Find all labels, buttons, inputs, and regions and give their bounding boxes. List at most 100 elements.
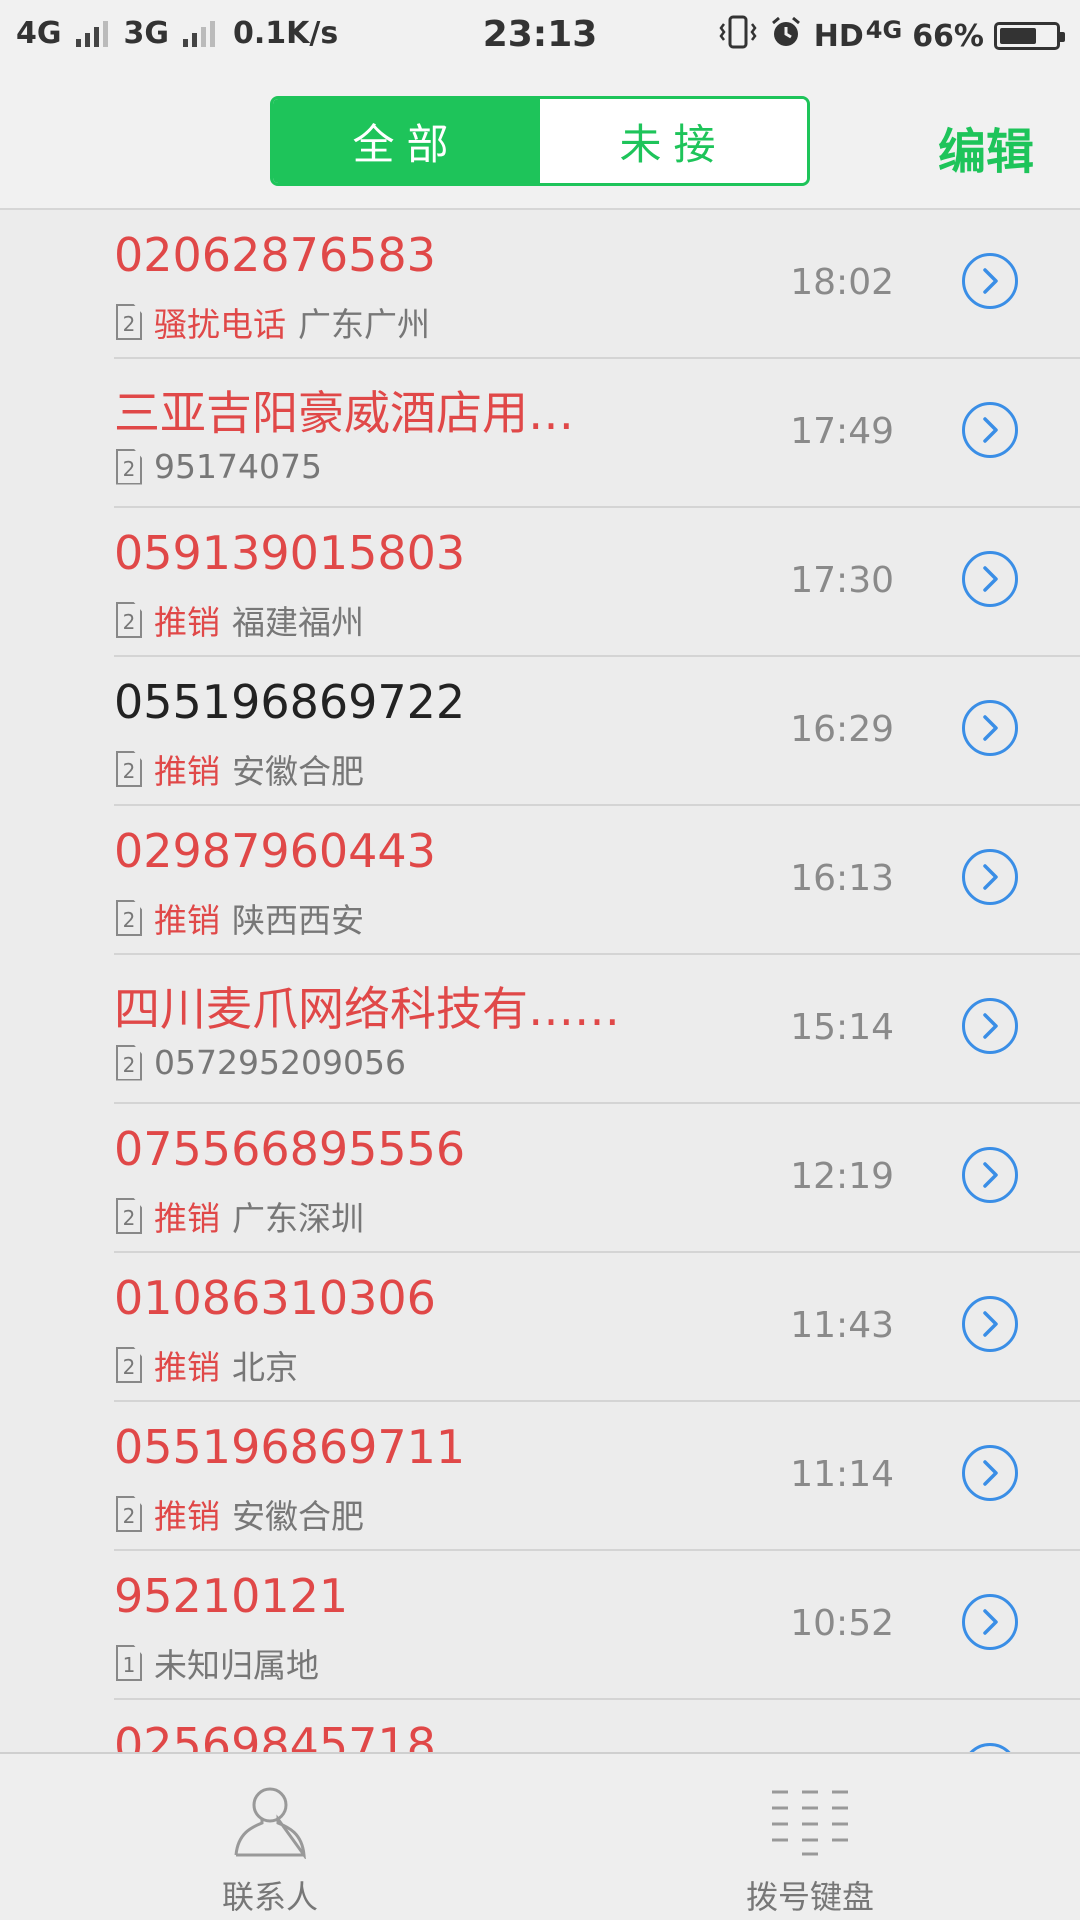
hd-network: 4G	[865, 16, 903, 44]
call-location: 陕西西安	[232, 901, 364, 940]
caller-name: 02569845718	[114, 1718, 436, 1752]
header: 全部 未接 编辑	[0, 76, 1080, 210]
call-location: 安徽合肥	[232, 752, 364, 791]
sim-card-icon: 2	[116, 1496, 142, 1532]
call-log-row[interactable]: 055196869711 2 推销 安徽合肥 11:14	[0, 1402, 1080, 1551]
chevron-right-circle-icon[interactable]	[962, 998, 1018, 1054]
chevron-right-circle-icon[interactable]	[962, 700, 1018, 756]
call-tag: 推销	[154, 901, 220, 940]
call-tag: 推销	[154, 1497, 220, 1536]
call-location: 057295209056	[154, 1043, 406, 1082]
dialpad-label: 拨号键盘	[745, 1878, 874, 1916]
call-subinfo: 2 骚扰电话 广东广州	[116, 298, 430, 346]
sim-card-icon: 2	[116, 304, 142, 340]
status-bar: 4G 3G 0.1K/s 23:13 HD 4G 66%	[0, 0, 1080, 76]
chevron-right-circle-icon[interactable]	[962, 551, 1018, 607]
call-location: 安徽合肥	[232, 1497, 364, 1536]
call-tag: 骚扰电话	[154, 305, 286, 344]
sim-card-icon: 2	[116, 1044, 142, 1081]
dialpad-button[interactable]: 拨号键盘	[540, 1754, 1080, 1920]
call-time: 11:14	[790, 1454, 894, 1495]
call-log-row[interactable]: 059139015803 2 推销 福建福州 17:30	[0, 508, 1080, 657]
call-time: 18:02	[790, 262, 894, 303]
caller-name: 95210121	[114, 1569, 349, 1623]
sim-card-icon: 2	[116, 602, 142, 638]
sim-card-icon: 1	[116, 1645, 142, 1681]
chevron-right-circle-icon[interactable]	[962, 1743, 1018, 1752]
call-location: 95174075	[154, 447, 322, 486]
call-log-row[interactable]: 四川麦爪网络科技有…… 2 057295209056 15:14	[0, 955, 1080, 1104]
chevron-right-circle-icon[interactable]	[962, 1445, 1018, 1501]
sim-card-icon: 2	[116, 448, 142, 485]
call-time: 16:13	[790, 858, 894, 899]
call-location: 广东深圳	[232, 1199, 364, 1238]
chevron-right-circle-icon[interactable]	[962, 1594, 1018, 1650]
call-subinfo: 2 推销 福建福州	[116, 596, 364, 644]
call-log-row[interactable]: 95210121 1 未知归属地 10:52	[0, 1551, 1080, 1700]
contacts-label: 联系人	[221, 1878, 318, 1916]
call-tag: 推销	[154, 603, 220, 642]
call-subinfo: 2 推销 安徽合肥	[116, 1490, 364, 1538]
hd-label: HD	[813, 18, 864, 54]
edit-button[interactable]: 编辑	[938, 112, 1034, 182]
call-subinfo: 2 推销 陕西西安	[116, 894, 364, 942]
call-time: 17:30	[790, 560, 894, 601]
call-log-list[interactable]: 02062876583 2 骚扰电话 广东广州 18:02 三亚吉阳豪威酒店用… 2 9517…	[0, 210, 1080, 1752]
sim-card-icon: 2	[116, 751, 142, 787]
call-time: 17:49	[790, 411, 894, 452]
call-location: 未知归属地	[154, 1646, 319, 1685]
call-log-row[interactable]: 02987960443 2 推销 陕西西安 16:13	[0, 806, 1080, 955]
caller-name: 02062876583	[114, 228, 436, 282]
call-location: 福建福州	[232, 603, 364, 642]
caller-name: 01086310306	[114, 1271, 436, 1325]
call-subinfo: 1 未知归属地	[116, 1639, 319, 1687]
vibrate-icon	[718, 14, 758, 58]
call-time: 15:14	[790, 1007, 894, 1048]
call-tag: 推销	[154, 1199, 220, 1238]
call-tag: 推销	[154, 1348, 220, 1387]
call-time: 11:43	[790, 1305, 894, 1346]
caller-name: 四川麦爪网络科技有……	[114, 982, 620, 1036]
sim-card-icon: 2	[116, 900, 142, 936]
call-log-row[interactable]: 02062876583 2 骚扰电话 广东广州 18:02	[0, 210, 1080, 359]
tab-all[interactable]: 全部	[273, 99, 540, 183]
call-subinfo: 2 057295209056	[116, 1043, 406, 1082]
alarm-icon	[768, 14, 804, 58]
person-outline-icon	[232, 1780, 308, 1862]
chevron-right-circle-icon[interactable]	[962, 402, 1018, 458]
caller-name: 055196869711	[114, 1420, 466, 1474]
call-location: 广东广州	[298, 305, 430, 344]
call-time: 16:29	[790, 709, 894, 750]
call-time: 10:52	[790, 1603, 894, 1644]
call-location: 北京	[232, 1348, 298, 1387]
call-log-row[interactable]: 三亚吉阳豪威酒店用… 2 95174075 17:49	[0, 359, 1080, 508]
call-log-row[interactable]: 055196869722 2 推销 安徽合肥 16:29	[0, 657, 1080, 806]
call-tag: 推销	[154, 752, 220, 791]
battery-percent: 66%	[912, 18, 984, 54]
call-log-row[interactable]: 075566895556 2 推销 广东深圳 12:19	[0, 1104, 1080, 1253]
tab-missed[interactable]: 未接	[540, 99, 807, 183]
call-subinfo: 2 推销 北京	[116, 1341, 298, 1389]
call-log-screen: 4G 3G 0.1K/s 23:13 HD 4G 66% 全部 未接 编辑 02…	[0, 0, 1080, 1920]
call-log-row[interactable]: 01086310306 2 推销 北京 11:43	[0, 1253, 1080, 1402]
call-log-row[interactable]: 02569845718	[0, 1700, 1080, 1752]
call-subinfo: 2 推销 广东深圳	[116, 1192, 364, 1240]
chevron-right-circle-icon[interactable]	[962, 849, 1018, 905]
chevron-right-circle-icon[interactable]	[962, 253, 1018, 309]
caller-name: 075566895556	[114, 1122, 466, 1176]
chevron-right-circle-icon[interactable]	[962, 1147, 1018, 1203]
caller-name: 三亚吉阳豪威酒店用…	[114, 386, 574, 440]
contacts-button[interactable]: 联系人	[0, 1754, 540, 1920]
chevron-right-circle-icon[interactable]	[962, 1296, 1018, 1352]
sim-card-icon: 2	[116, 1198, 142, 1234]
caller-name: 059139015803	[114, 526, 466, 580]
call-subinfo: 2 推销 安徽合肥	[116, 745, 364, 793]
battery-icon	[994, 22, 1065, 50]
bottom-nav: 联系人 拨号键盘	[0, 1752, 1080, 1920]
dialpad-lines-icon	[770, 1780, 850, 1862]
call-subinfo: 2 95174075	[116, 447, 322, 486]
call-time: 12:19	[790, 1156, 894, 1197]
caller-name: 02987960443	[114, 824, 436, 878]
filter-segmented-control: 全部 未接	[270, 96, 810, 186]
caller-name: 055196869722	[114, 675, 466, 729]
